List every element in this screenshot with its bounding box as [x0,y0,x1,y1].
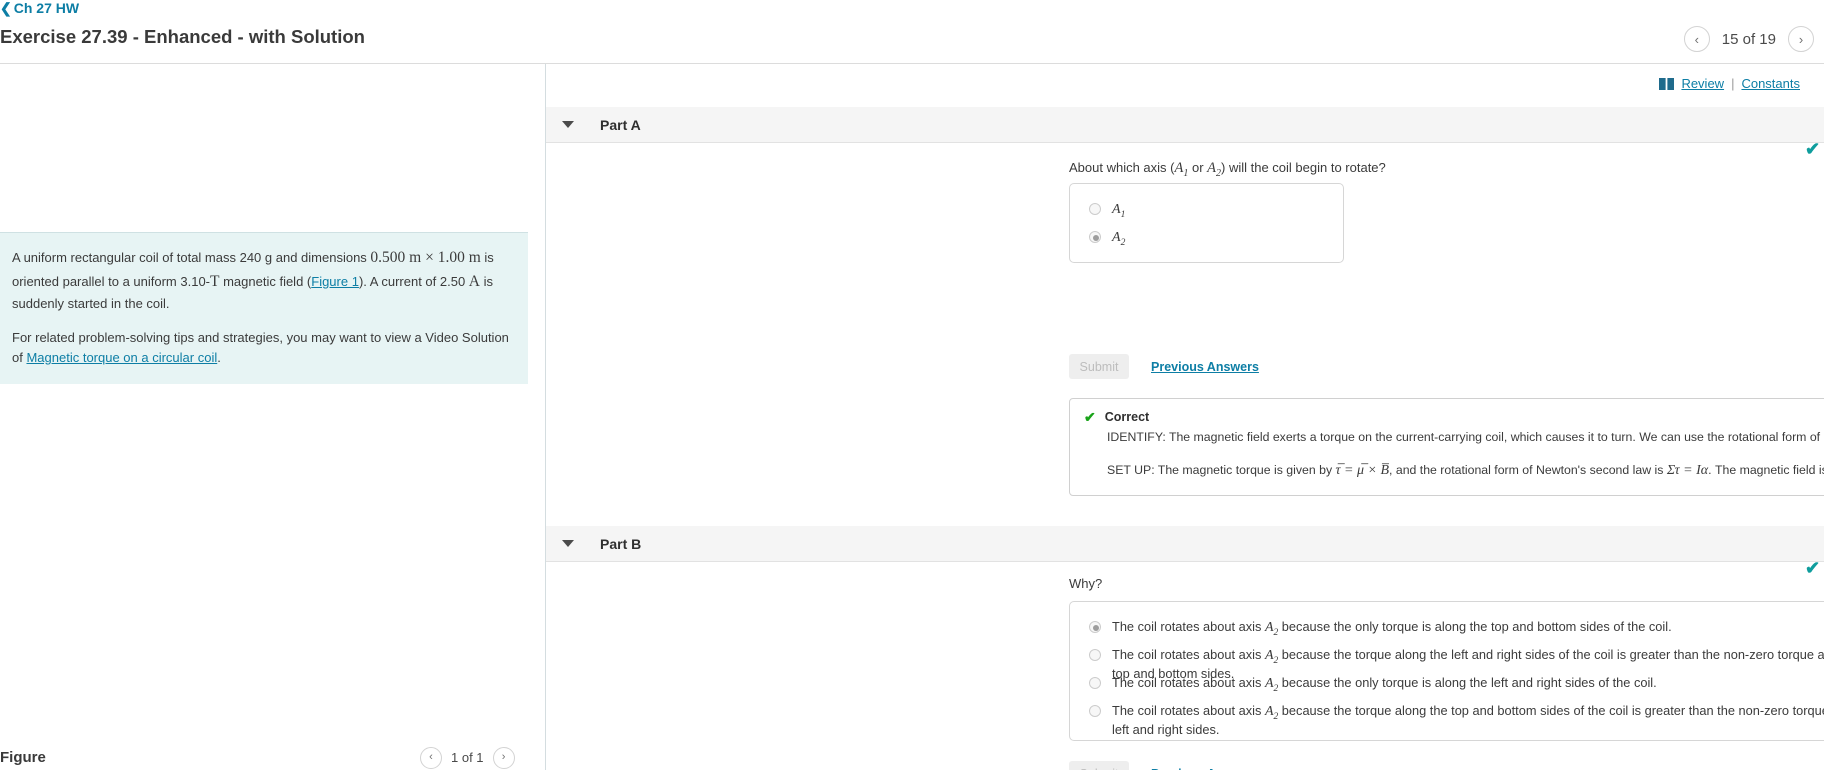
part-b-option-4-label: The coil rotates about axis A2 because t… [1112,703,1824,737]
newtons-law-equation: Στ = Iα [1666,463,1709,479]
part-a-option-a2-label: A2 [1112,229,1125,248]
figure-footer: Figure ‹ 1 of 1 › [0,746,528,769]
part-a-radio-a1[interactable] [1089,203,1101,215]
part-a-question: About which axis (A1 or A2) will the coi… [1069,160,1824,179]
figure-pager: ‹ 1 of 1 › [420,746,515,769]
part-a-question-post: ) will the coil begin to rotate? [1221,160,1386,175]
problem-statement: A uniform rectangular coil of total mass… [0,233,528,385]
part-a-feedback-header: ✔ Correct [1084,410,1824,424]
page-header: ❮ Ch 27 HW Exercise 27.39 - Enhanced - w… [0,0,1824,64]
part-b-submit-button[interactable]: Submit [1069,761,1129,770]
part-a-radio-a2[interactable] [1089,231,1101,243]
constants-link[interactable]: Constants [1741,76,1800,91]
problem-pane: A uniform rectangular coil of total mass… [0,64,545,770]
option-4-axis-symbol: A2 [1264,704,1279,722]
part-a-previous-answers-link[interactable]: Previous Answers [1151,360,1259,374]
problem-counter: 15 of 19 [1721,30,1776,48]
part-b-option-1-label: The coil rotates about axis A2 because t… [1112,619,1672,638]
feedback-line2-pre: SET UP: The magnetic torque is given by [1107,463,1336,478]
problem-text-2b: . [217,350,221,366]
part-a-question-pre: About which axis ( [1069,160,1175,175]
figure-previous-button[interactable]: ‹ [420,746,442,769]
part-a-feedback-line-2: SET UP: The magnetic torque is given by … [1107,460,1824,481]
part-a-feedback: ✔ Correct IDENTIFY: The magnetic field e… [1069,398,1824,497]
option-a1-symbol: A1 [1112,202,1126,220]
page-title: Exercise 27.39 - Enhanced - with Solutio… [0,26,365,47]
axis-a2-symbol: A2 [1207,160,1222,179]
breadcrumb-label: Ch 27 HW [13,0,80,16]
problem-text-1c: magnetic field ( [219,274,312,290]
video-tutor-solution-link[interactable]: Magnetic torque on a circular coil [26,350,217,365]
part-a-label: Part A [600,116,641,133]
part-a-header[interactable]: Part A [546,107,1824,143]
part-b-collapse-caret[interactable] [562,540,574,547]
part-a-feedback-body: IDENTIFY: The magnetic field exerts a to… [1107,428,1824,481]
part-a-option-a2[interactable]: A2 [1089,229,1125,248]
figure-counter: 1 of 1 [451,750,484,765]
problem-text-1d: ). A current of 2.50 [358,274,469,290]
part-a-feedback-title: Correct [1104,410,1150,424]
part-b-submit-row: Submit Previous Answers [1069,761,1259,770]
problem-dimensions: 0.500 m × 1.00 m [370,249,481,266]
part-a-question-mid: or [1188,160,1208,175]
option-2-axis-symbol: A2 [1264,648,1279,666]
part-a-collapse-caret[interactable] [562,121,574,128]
feedback-line2-mid: , and the rotational form of Newton's se… [1389,463,1667,478]
correct-check-icon: ✔ [1084,409,1096,425]
toolbar-separator: | [1731,76,1735,91]
part-b-radio-1[interactable] [1089,621,1101,633]
part-b-option-1[interactable]: The coil rotates about axis A2 because t… [1089,619,1824,638]
problem-paragraph-2: For related problem-solving tips and str… [12,328,516,368]
next-problem-button[interactable]: › [1788,26,1814,52]
torque-equation: τ̅ = μ̅ × B̅ [1335,463,1390,479]
part-b-option-3-label: The coil rotates about axis A2 because t… [1112,675,1657,694]
breadcrumb[interactable]: ❮ Ch 27 HW [0,0,79,16]
unit-ampere: A [468,273,480,291]
option-3-axis-symbol: A2 [1264,676,1279,694]
part-b-answer-box: The coil rotates about axis A2 because t… [1069,601,1824,741]
part-b-radio-2[interactable] [1089,649,1101,661]
part-a-status-check-icon: ✔ [1805,139,1821,159]
part-b-label: Part B [600,535,642,552]
review-link[interactable]: Review [1681,76,1724,91]
problem-paragraph-1: A uniform rectangular coil of total mass… [12,246,516,314]
part-b-previous-answers-link[interactable]: Previous Answers [1151,767,1259,770]
option-1-axis-symbol: A2 [1264,620,1279,638]
part-b-status-check-icon: ✔ [1805,558,1821,578]
option-a2-symbol: A2 [1112,230,1126,248]
content-area: A uniform rectangular coil of total mass… [0,64,1824,770]
resources-toolbar: Review | Constants [1659,76,1800,91]
part-a-option-a1[interactable]: A1 [1089,201,1125,220]
figure-1-link[interactable]: Figure 1 [311,274,359,289]
answer-pane: Review | Constants Part A ✔ About which … [546,64,1824,770]
part-b-option-4[interactable]: The coil rotates about axis A2 because t… [1089,703,1824,737]
previous-problem-button[interactable]: ‹ [1683,26,1710,52]
part-b-radio-3[interactable] [1089,677,1101,689]
part-b-radio-4[interactable] [1089,705,1101,717]
chevron-left-icon: ❮ [0,0,12,16]
part-b-option-3[interactable]: The coil rotates about axis A2 because t… [1089,675,1824,694]
part-a-option-a1-label: A1 [1112,201,1125,220]
part-a-answer-box: A1 A2 [1069,183,1344,263]
part-a-submit-button[interactable]: Submit [1069,354,1129,379]
figure-next-button[interactable]: › [492,746,515,769]
assignment-pager: ‹ 15 of 19 › [1683,26,1814,52]
problem-text-1a: A uniform rectangular coil of total mass… [12,250,371,265]
book-icon [1659,77,1675,90]
part-a-submit-row: Submit Previous Answers [1069,354,1259,379]
figure-label: Figure [0,749,46,766]
part-b-header[interactable]: Part B [546,526,1824,562]
axis-a1-symbol: A1 [1174,160,1189,179]
feedback-line2-post: . The magnetic field is parallel to the … [1708,463,1824,478]
part-b-question: Why? [1069,576,1103,591]
part-a-feedback-line-1: IDENTIFY: The magnetic field exerts a to… [1107,430,1824,444]
